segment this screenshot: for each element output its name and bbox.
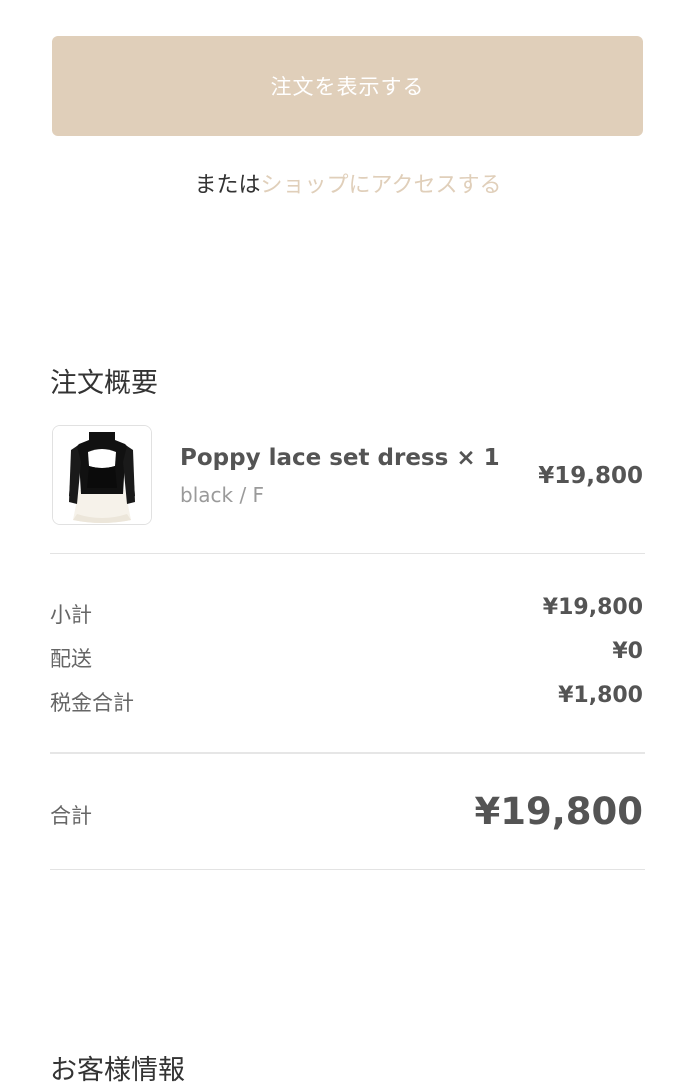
total-value: ¥19,800 (474, 790, 643, 833)
subtotal-label: 小計 (50, 603, 92, 627)
product-image (52, 425, 152, 525)
total-label: 合計 (50, 804, 92, 828)
alternate-action: またはショップにアクセスする (0, 166, 696, 206)
divider (50, 752, 645, 754)
shipping-value: ¥0 (612, 639, 643, 664)
subtotal-value: ¥19,800 (542, 595, 643, 620)
view-order-button[interactable]: 注文を表示する (52, 36, 643, 136)
divider (50, 869, 645, 870)
product-price: ¥19,800 (538, 463, 643, 489)
dress-thumbnail-icon (53, 426, 151, 524)
shipping-row: 配送 ¥0 (50, 639, 643, 675)
order-item: Poppy lace set dress × 1 black / F ¥19,8… (52, 425, 643, 526)
tax-value: ¥1,800 (558, 683, 643, 708)
visit-shop-link[interactable]: ショップにアクセスする (261, 173, 502, 198)
shipping-label: 配送 (50, 647, 92, 671)
or-text: または (194, 173, 261, 198)
order-summary-title: 注文概要 (50, 368, 158, 400)
customer-info-title: お客様情報 (50, 1055, 185, 1087)
tax-row: 税金合計 ¥1,800 (50, 683, 643, 719)
product-variant: black / F (180, 483, 265, 507)
total-row: 合計 ¥19,800 (50, 790, 643, 840)
product-name: Poppy lace set dress × 1 (180, 445, 500, 471)
tax-label: 税金合計 (50, 691, 134, 715)
subtotal-row: 小計 ¥19,800 (50, 595, 643, 631)
divider (50, 553, 645, 554)
